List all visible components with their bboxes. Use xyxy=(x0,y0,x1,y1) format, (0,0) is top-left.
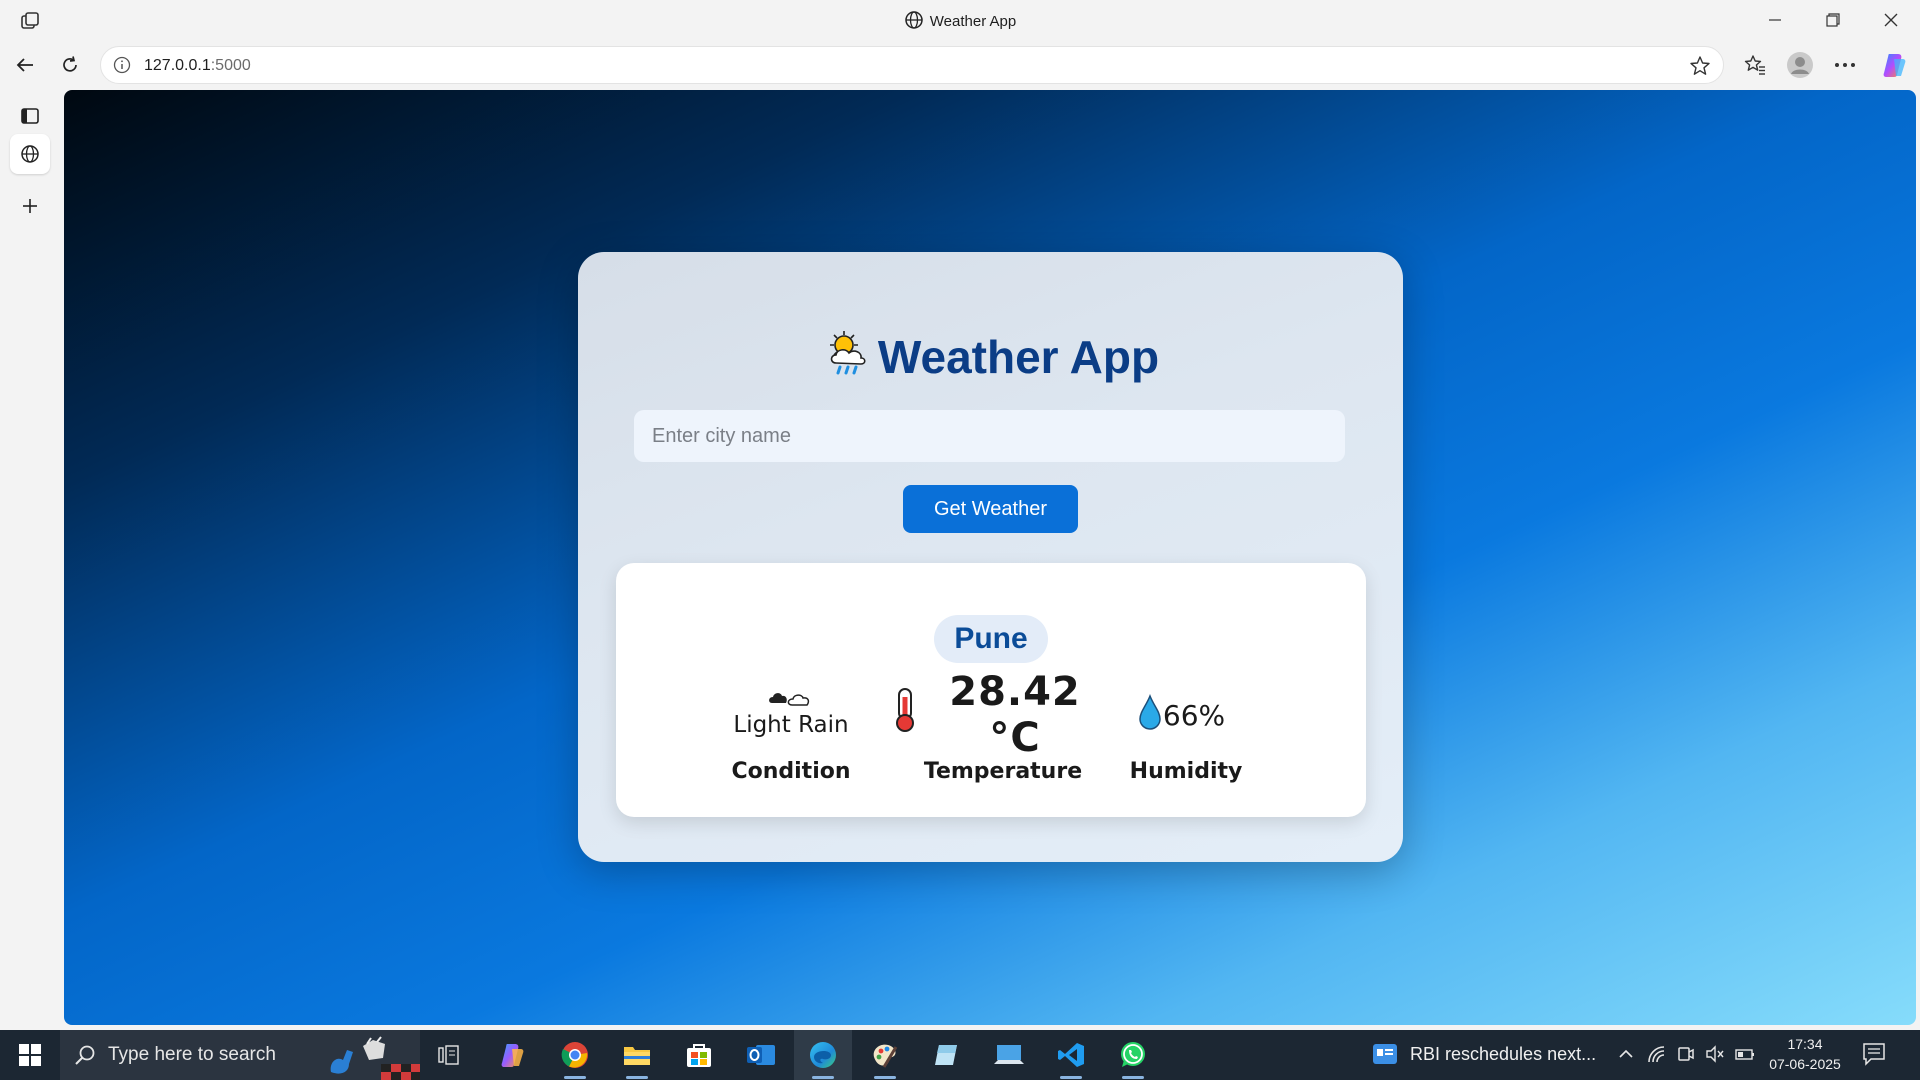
copilot-app-icon[interactable] xyxy=(484,1030,542,1080)
window-title-text: Weather App xyxy=(929,12,1017,30)
star-icon[interactable] xyxy=(1689,55,1711,77)
info-icon[interactable] xyxy=(113,56,131,74)
thermometer-icon xyxy=(893,687,917,743)
city-input[interactable] xyxy=(634,410,1345,462)
running-indicator xyxy=(626,1076,648,1079)
page-viewport: Weather App Get Weather Pune Light Rain xyxy=(64,90,1916,1025)
globe-icon xyxy=(904,10,924,34)
browser-toolbar: 127.0.0.1:5000 xyxy=(0,40,1920,90)
camera-icon[interactable] xyxy=(1677,1045,1695,1068)
running-indicator xyxy=(564,1076,586,1079)
refresh-button[interactable] xyxy=(54,49,86,81)
droplet-icon xyxy=(1137,693,1163,737)
get-weather-button[interactable]: Get Weather xyxy=(903,485,1078,533)
more-icon[interactable] xyxy=(1829,49,1861,81)
taskbar-clock[interactable]: 17:34 07-06-2025 xyxy=(1765,1034,1845,1074)
globe-icon xyxy=(21,145,39,163)
vscode-app-icon[interactable] xyxy=(1042,1030,1100,1080)
back-icon xyxy=(16,58,33,72)
url-host: 127.0.0.1 xyxy=(144,57,211,74)
weather-result: Pune Light Rain 28.42 °C 66% Condition T… xyxy=(616,563,1366,817)
windows-taskbar: Type here to search RBI reschedules next… xyxy=(0,1030,1920,1080)
cloud-icon xyxy=(726,688,856,710)
condition-metric: Light Rain xyxy=(726,688,856,738)
minimize-button[interactable] xyxy=(1746,0,1804,40)
cloud-rain-sun-emoji xyxy=(822,327,874,390)
notepad-app-icon[interactable] xyxy=(918,1030,976,1080)
temperature-label: Temperature xyxy=(923,759,1083,784)
windows-start-icon[interactable] xyxy=(0,1030,60,1080)
city-name: Pune xyxy=(934,615,1048,663)
clock-date: 07-06-2025 xyxy=(1769,1056,1841,1072)
copilot-icon[interactable] xyxy=(1878,49,1910,81)
edge-app-icon[interactable] xyxy=(794,1030,852,1080)
new-tab-icon[interactable] xyxy=(10,186,50,226)
temperature-metric: 28.42 °C xyxy=(893,669,1113,761)
close-button[interactable] xyxy=(1862,0,1920,40)
news-widget[interactable]: RBI reschedules next... xyxy=(1368,1030,1598,1080)
wifi-icon[interactable] xyxy=(1647,1045,1667,1068)
running-indicator xyxy=(812,1076,834,1079)
volume-muted-icon[interactable] xyxy=(1705,1045,1725,1068)
search-placeholder: Type here to search xyxy=(108,1044,276,1065)
store-app-icon[interactable] xyxy=(670,1030,728,1080)
tab-weather-app[interactable] xyxy=(10,134,50,174)
paint-app-icon[interactable] xyxy=(856,1030,914,1080)
humidity-metric: 66% xyxy=(1116,688,1246,742)
battery-icon[interactable] xyxy=(1735,1045,1755,1068)
taskbar-search[interactable]: Type here to search xyxy=(60,1030,420,1080)
restore-button[interactable] xyxy=(1804,0,1862,40)
vertical-tab-strip xyxy=(0,90,64,1030)
refresh-icon xyxy=(63,56,77,72)
chrome-app-icon[interactable] xyxy=(546,1030,604,1080)
address-bar[interactable]: 127.0.0.1:5000 xyxy=(100,46,1724,84)
tabs-icon[interactable] xyxy=(10,96,50,136)
url-port: :5000 xyxy=(210,57,251,74)
profile-icon[interactable] xyxy=(1784,49,1816,81)
condition-label: Condition xyxy=(731,759,851,784)
browser-titlebar: Weather App xyxy=(0,0,1920,40)
app-title-text: Weather App xyxy=(877,331,1160,383)
condition-value: Light Rain xyxy=(733,712,849,738)
outlook-app-icon[interactable] xyxy=(732,1030,790,1080)
weather-card: Weather App Get Weather Pune Light Rain xyxy=(578,252,1403,862)
search-highlight-art xyxy=(325,1032,420,1080)
chevron-up-icon[interactable] xyxy=(1617,1045,1635,1068)
news-headline: RBI reschedules next... xyxy=(1410,1044,1597,1064)
whatsapp-app-icon[interactable] xyxy=(1104,1030,1162,1080)
humidity-label: Humidity xyxy=(1129,759,1243,784)
favorites-icon[interactable] xyxy=(1739,49,1771,81)
clock-time: 17:34 xyxy=(1787,1036,1823,1052)
task-view-icon[interactable] xyxy=(420,1030,478,1080)
search-icon xyxy=(74,1044,96,1071)
humidity-value: 66% xyxy=(1162,698,1226,732)
temperature-value: 28.42 °C xyxy=(949,669,1081,761)
running-indicator xyxy=(1060,1076,1082,1079)
running-indicator xyxy=(1122,1076,1144,1079)
page-title: Weather App xyxy=(578,327,1403,390)
url-text[interactable]: 127.0.0.1:5000 xyxy=(144,57,251,75)
window-title: Weather App xyxy=(0,10,1920,34)
back-button[interactable] xyxy=(9,49,41,81)
notification-icon[interactable] xyxy=(1862,1041,1886,1072)
file-explorer-icon[interactable] xyxy=(608,1030,666,1080)
running-indicator xyxy=(874,1076,896,1079)
remote-desktop-icon[interactable] xyxy=(980,1030,1038,1080)
news-icon xyxy=(1372,1042,1398,1071)
